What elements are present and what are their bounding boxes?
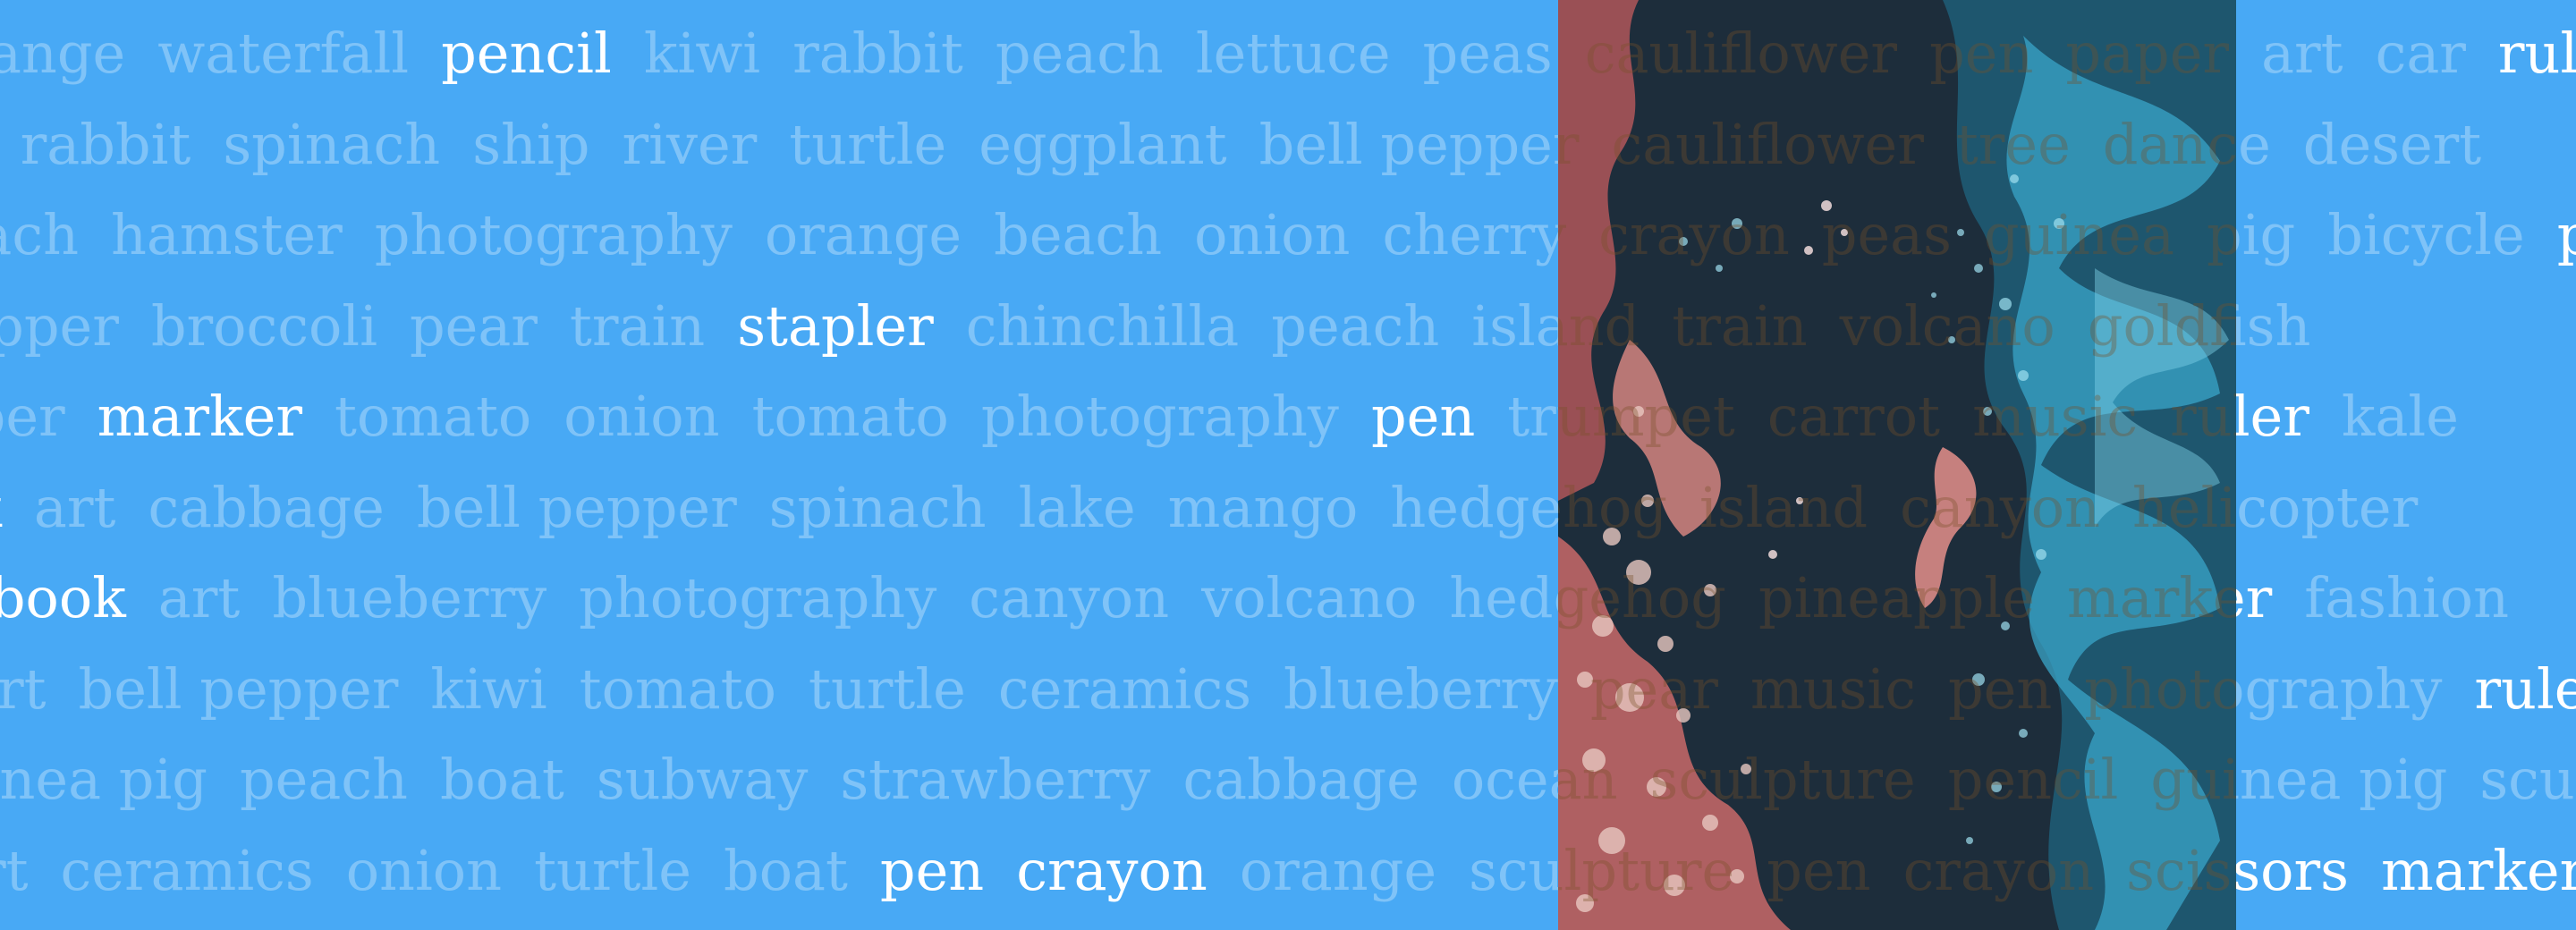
word: lettuce [1195, 21, 1391, 86]
word: turtle [808, 655, 966, 722]
highlighted-word: crayon [1016, 837, 1208, 903]
word: car [2375, 21, 2466, 86]
fluid-art-icon [1558, 0, 2236, 930]
word: blueberry [1284, 655, 1558, 722]
word: bell pepper [78, 655, 399, 722]
word: art [2261, 21, 2343, 86]
word: volcano [1201, 565, 1418, 630]
word: cabbage [1182, 747, 1419, 812]
word: tomato [751, 384, 949, 449]
word: beach [994, 202, 1163, 267]
word: kiwi [643, 21, 761, 86]
word: subway [596, 747, 809, 812]
word: spinach [768, 474, 987, 540]
word: boat [439, 747, 564, 812]
highlighted-word: ruler [2474, 655, 2576, 722]
word: photography [980, 384, 1339, 449]
highlighted-word: pencil [441, 21, 612, 86]
word: sculpture [2479, 747, 2576, 812]
word: orange [1239, 837, 1437, 903]
word: train [569, 292, 706, 359]
word: onion [564, 384, 720, 449]
word: guinea pig [0, 747, 208, 812]
word: pear [409, 292, 538, 359]
word: kiwi [430, 655, 547, 722]
word: tomato [334, 384, 532, 449]
highlighted-word: pen [1370, 384, 1476, 449]
word: rabbit [20, 111, 191, 177]
highlighted-word: book [0, 475, 2, 540]
highlighted-word: pen [879, 837, 985, 903]
highlighted-word: ruler [2497, 21, 2576, 86]
word: peach [239, 747, 408, 812]
highlighted-word: notebook [0, 565, 126, 630]
word: waterfall [157, 21, 410, 86]
word: onion [345, 837, 503, 903]
word: strawberry [840, 747, 1151, 812]
word: eggplant [979, 111, 1227, 177]
word: canyon [969, 565, 1170, 630]
word: cherry [1382, 202, 1567, 267]
word: bell pepper [416, 474, 737, 540]
word: bell pepper [0, 292, 119, 359]
word: ceramics [997, 655, 1252, 722]
highlighted-word: marker [97, 384, 302, 449]
word: rabbit [792, 21, 963, 86]
word: peach [995, 21, 1164, 86]
highlighted-word: pen [2556, 202, 2576, 267]
word: photography [579, 565, 937, 630]
word: lake [1018, 474, 1136, 540]
word-cloud-canvas: orange waterfall pencil kiwi rabbit peach lett… [0, 0, 2576, 930]
word: ship [472, 111, 590, 177]
word: blueberry [272, 565, 547, 630]
word: beach [0, 202, 79, 267]
fluid-art-image [1558, 0, 2236, 930]
word: art [33, 474, 116, 540]
word: chinchilla [965, 292, 1240, 359]
word: bicycle [2327, 202, 2525, 267]
word: turtle [789, 111, 947, 177]
word: mango [1167, 474, 1359, 540]
word: orange [0, 21, 126, 86]
word: fashion [2304, 565, 2510, 630]
word: peas [1422, 21, 1553, 86]
word: bell pepper [1258, 111, 1580, 177]
word: peach [1271, 292, 1440, 359]
word: photography [374, 202, 733, 267]
word: river [622, 111, 758, 177]
word: cabbage [148, 474, 385, 540]
word: broccoli [150, 292, 377, 359]
word: onion [1194, 202, 1351, 267]
word: art [0, 837, 29, 903]
highlighted-word: stapler [737, 292, 934, 359]
word: tomato [579, 655, 776, 722]
word: spinach [223, 111, 441, 177]
highlighted-word: marker [2380, 837, 2576, 903]
word: orange [764, 202, 962, 267]
word: paper [0, 384, 65, 449]
word: hamster [111, 202, 343, 267]
word: turtle [534, 837, 691, 903]
word: art [0, 655, 47, 722]
word: boat [724, 837, 848, 903]
word: ceramics [60, 837, 314, 903]
word: art [157, 565, 241, 630]
word: kale [2341, 384, 2459, 449]
word: desert [2302, 111, 2482, 177]
